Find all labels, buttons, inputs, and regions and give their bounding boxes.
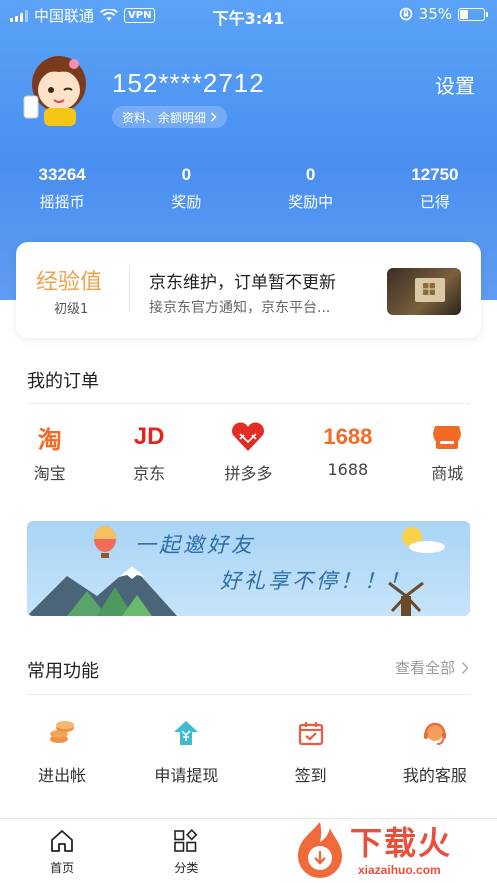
- stat-label: 奖励中: [288, 193, 334, 211]
- stat-label: 奖励: [171, 193, 202, 211]
- chevron-right-icon: [461, 661, 469, 674]
- store-icon: [433, 426, 462, 449]
- order-mall[interactable]: 商城: [398, 420, 497, 484]
- func-customer-service[interactable]: 我的客服: [373, 718, 497, 786]
- order-jd[interactable]: JD 京东: [99, 420, 198, 484]
- orders-title: 我的订单: [27, 371, 99, 392]
- func-withdraw[interactable]: 申请提现: [124, 718, 248, 786]
- taobao-logo: 淘: [37, 425, 62, 454]
- avatar[interactable]: [22, 50, 92, 130]
- coins-icon: [50, 721, 75, 743]
- divider: [27, 403, 470, 404]
- 1688-logo: 1688: [323, 424, 373, 449]
- divider: [129, 266, 130, 312]
- watermark-url: xiazaihuo.com: [358, 863, 441, 877]
- experience-card[interactable]: 经验值 初级1 京东维护，订单暂不更新 接京东官方通知，京东平台...: [16, 242, 481, 338]
- func-label: 签到: [294, 766, 327, 785]
- stat-coins[interactable]: 33264 摇摇币: [0, 165, 124, 212]
- orders-row: 淘 淘宝 JD 京东 拼多多 1688 1688 商城: [0, 420, 497, 484]
- tab-label: 首页: [50, 861, 75, 875]
- withdraw-icon: [174, 721, 199, 745]
- stats-row: 33264 摇摇币 0 奖励 0 奖励中 12750 已得: [0, 165, 497, 212]
- tab-category[interactable]: 分类: [124, 819, 248, 883]
- watermark-text: 下载火: [350, 824, 453, 862]
- pinduoduo-logo: [232, 422, 265, 451]
- account-detail-link[interactable]: 资料、余额明细: [112, 106, 228, 128]
- home-icon: [51, 830, 74, 852]
- experience-title: 经验值: [36, 270, 103, 295]
- category-icon: [174, 829, 198, 852]
- watermark: 下载火 xiazaihuo.com: [290, 816, 497, 883]
- stat-value: 0: [305, 165, 316, 184]
- orientation-lock-icon: [399, 7, 412, 21]
- stat-reward-pending[interactable]: 0 奖励中: [249, 165, 373, 212]
- order-taobao[interactable]: 淘 淘宝: [0, 420, 99, 484]
- notice-headline: 京东维护，订单暂不更新: [149, 273, 336, 293]
- tab-home[interactable]: 首页: [0, 819, 124, 883]
- view-all-link[interactable]: 查看全部: [395, 657, 469, 678]
- order-label: 拼多多: [224, 464, 273, 483]
- invite-banner[interactable]: 一起邀好友 好礼享不停！！！: [27, 521, 470, 616]
- tab-label: 分类: [174, 861, 199, 875]
- sim-card-icon: [415, 278, 445, 302]
- order-label: 1688: [327, 460, 369, 479]
- jd-logo: JD: [133, 423, 165, 450]
- headset-icon: [423, 722, 446, 745]
- flame-logo-icon: [298, 822, 342, 878]
- func-label: 进出帐: [38, 766, 87, 785]
- order-label: 商城: [431, 464, 464, 483]
- order-1688[interactable]: 1688 1688: [298, 420, 397, 484]
- stat-earned[interactable]: 12750 已得: [373, 165, 497, 212]
- stat-value: 33264: [38, 165, 86, 184]
- func-label: 申请提现: [154, 766, 219, 785]
- functions-title: 常用功能: [27, 661, 99, 682]
- func-checkin[interactable]: 签到: [249, 718, 373, 786]
- divider: [27, 694, 470, 695]
- banner-line-2: 好礼享不停！！！: [220, 569, 412, 593]
- stat-reward[interactable]: 0 奖励: [124, 165, 248, 212]
- view-all-label: 查看全部: [394, 659, 455, 677]
- banner-line-1: 一起邀好友: [135, 533, 255, 557]
- stat-label: 摇摇币: [39, 193, 85, 211]
- battery-icon: [458, 7, 488, 21]
- account-detail-label: 资料、余额明细: [122, 110, 207, 125]
- chevron-right-icon: [211, 112, 217, 122]
- status-bar: 中国联通 VPN 下午3:41 35%: [0, 0, 497, 30]
- notice-subtext: 接京东官方通知，京东平台...: [149, 300, 331, 316]
- status-right: 35%: [399, 5, 488, 23]
- stat-label: 已得: [419, 193, 450, 211]
- notice-thumbnail: [387, 268, 461, 315]
- calendar-check-icon: [298, 722, 323, 746]
- order-label: 淘宝: [33, 464, 66, 483]
- functions-row: 进出帐 申请提现 签到 我的客服: [0, 718, 497, 786]
- order-pinduoduo[interactable]: 拼多多: [199, 420, 298, 484]
- phone-number: 152****2712: [112, 68, 265, 98]
- func-label: 我的客服: [402, 766, 467, 785]
- stat-value: 0: [181, 165, 192, 184]
- settings-button[interactable]: 设置: [435, 70, 475, 99]
- battery-percent: 35%: [418, 5, 452, 23]
- experience-level: 初级1: [54, 302, 89, 317]
- func-account-flow[interactable]: 进出帐: [0, 718, 124, 786]
- stat-value: 12750: [411, 165, 459, 184]
- order-label: 京东: [133, 464, 166, 483]
